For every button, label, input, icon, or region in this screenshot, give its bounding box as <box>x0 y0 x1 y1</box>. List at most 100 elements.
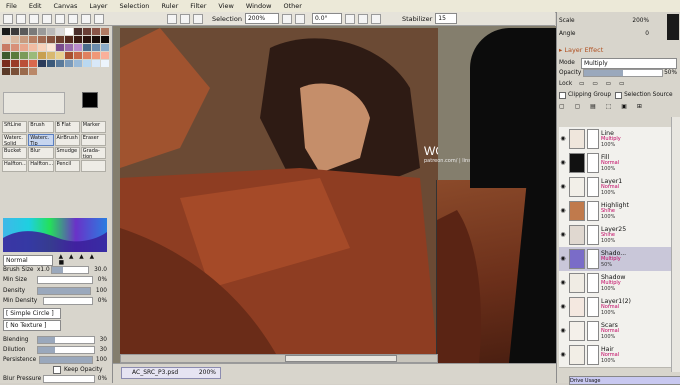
color-swatch[interactable] <box>29 52 37 59</box>
stabilizer-select[interactable]: 15 <box>435 13 458 24</box>
color-swatch[interactable] <box>101 44 109 51</box>
visibility-eye-icon[interactable]: ◉ <box>559 327 567 335</box>
tool-3[interactable]: Marker <box>80 121 106 133</box>
color-swatch[interactable] <box>29 44 37 51</box>
color-swatch[interactable] <box>56 44 64 51</box>
color-swatch[interactable] <box>56 52 64 59</box>
scroll-thumb[interactable] <box>285 355 397 362</box>
color-swatch[interactable] <box>101 60 109 67</box>
tool-8[interactable]: Bucket <box>2 147 28 159</box>
color-swatch[interactable] <box>47 36 55 43</box>
color-swatch[interactable] <box>38 60 46 67</box>
layer-scrollbar[interactable] <box>671 117 680 372</box>
color-swatch[interactable] <box>92 36 100 43</box>
color-swatch[interactable] <box>2 60 10 67</box>
move-tool-icon[interactable] <box>42 13 52 24</box>
color-swatch[interactable] <box>20 36 28 43</box>
color-swatch[interactable] <box>92 28 100 35</box>
layer-row[interactable]: ◉ Line Multiply 100% <box>559 127 679 152</box>
visibility-eye-icon[interactable]: ◉ <box>559 279 567 287</box>
tool-10[interactable]: Smudge <box>54 147 80 159</box>
color-swatch[interactable] <box>101 28 109 35</box>
visibility-eye-icon[interactable]: ◉ <box>559 303 567 311</box>
color-swatch[interactable] <box>20 52 28 59</box>
color-swatch[interactable] <box>56 60 64 67</box>
tool-4[interactable]: Waterc. Solid <box>2 134 28 146</box>
visibility-eye-icon[interactable]: ◉ <box>559 351 567 359</box>
layer-buttons[interactable]: ▢ ▢ ▤ ⬚ ▣ ⊞ <box>559 103 677 113</box>
color-swatch[interactable] <box>29 68 37 75</box>
flip-icon[interactable] <box>370 13 381 24</box>
density-slider[interactable] <box>37 287 91 295</box>
zoom-in-icon[interactable] <box>294 13 305 24</box>
brush-size-multiplier[interactable]: x1.0 <box>37 267 51 273</box>
show-selection-icon[interactable] <box>193 13 203 24</box>
layer-row[interactable]: ◉ Scars Normal 100% <box>559 319 679 344</box>
layer-mode-select[interactable]: Multiply <box>581 57 677 69</box>
visibility-eye-icon[interactable]: ◉ <box>559 135 567 143</box>
color-swatch[interactable] <box>11 68 19 75</box>
min-density-slider[interactable] <box>43 297 93 305</box>
color-swatch[interactable] <box>83 60 91 67</box>
menu-layer[interactable]: Layer <box>83 2 113 10</box>
color-swatch[interactable] <box>74 28 82 35</box>
color-swatches[interactable] <box>2 28 109 86</box>
keep-opacity-checkbox[interactable] <box>53 366 61 374</box>
clipping-checkbox[interactable] <box>559 91 566 99</box>
color-swatch[interactable] <box>2 44 10 51</box>
color-swatch[interactable] <box>83 28 91 35</box>
color-swatch[interactable] <box>74 52 82 59</box>
select-tool-icon[interactable] <box>3 13 13 24</box>
tool-9[interactable]: Blur <box>28 147 54 159</box>
color-swatch[interactable] <box>11 60 19 67</box>
dilution-slider[interactable] <box>37 346 95 354</box>
color-swatch[interactable] <box>74 44 82 51</box>
selection-source-checkbox[interactable] <box>615 91 623 99</box>
color-swatch[interactable] <box>56 28 64 35</box>
color-swatch[interactable] <box>83 44 91 51</box>
color-swatch[interactable] <box>2 28 10 35</box>
deselect-icon[interactable] <box>167 13 177 24</box>
menu-window[interactable]: Window <box>240 2 278 10</box>
layer-row[interactable]: ◉ Layer1 Normal 100% <box>559 175 679 200</box>
menu-other[interactable]: Other <box>277 2 307 10</box>
color-swatch[interactable] <box>20 28 28 35</box>
tool-12[interactable]: Halfton... <box>2 160 28 172</box>
color-swatch[interactable] <box>65 44 73 51</box>
color-swatch[interactable] <box>65 60 73 67</box>
color-swatch[interactable] <box>65 28 73 35</box>
tool-14[interactable]: Pencil <box>54 160 80 172</box>
color-swatch[interactable] <box>83 52 91 59</box>
color-swatch[interactable] <box>20 60 28 67</box>
color-swatch[interactable] <box>92 60 100 67</box>
hand-tool-icon[interactable] <box>68 13 78 24</box>
tool-6[interactable]: AirBrush <box>54 134 80 146</box>
brush-size-slider[interactable] <box>51 266 89 274</box>
layer-row[interactable]: ◉ Highlight Shine 100% <box>559 199 679 224</box>
tool-5[interactable]: Waterc. Tip <box>28 134 54 146</box>
color-swatch[interactable] <box>47 60 55 67</box>
document-tab[interactable]: AC_SRC_P3.psd 200% <box>121 367 221 379</box>
color-swatch[interactable] <box>11 28 19 35</box>
lasso-tool-icon[interactable] <box>16 13 26 24</box>
brush-texture-select[interactable]: [ No Texture ] <box>3 319 61 331</box>
zoom-field[interactable]: 200% <box>244 13 279 24</box>
lock-icons[interactable]: ▭ ▭ ▭ ▭ <box>579 81 627 87</box>
color-swatch[interactable] <box>47 44 55 51</box>
visibility-eye-icon[interactable]: ◉ <box>559 207 567 215</box>
layer-row[interactable]: ◉ Shado... Multiply 50% <box>559 247 679 272</box>
menu-file[interactable]: File <box>0 2 23 10</box>
color-swatch[interactable] <box>11 44 19 51</box>
menu-view[interactable]: View <box>212 2 239 10</box>
primary-color[interactable] <box>82 92 98 108</box>
layer-row[interactable]: ◉ Shadow Multiply 100% <box>559 271 679 296</box>
color-swatch[interactable] <box>38 52 46 59</box>
persistence-slider[interactable] <box>39 356 93 364</box>
visibility-eye-icon[interactable]: ◉ <box>559 231 567 239</box>
color-swatch[interactable] <box>38 36 46 43</box>
menu-ruler[interactable]: Ruler <box>155 2 184 10</box>
horizontal-scrollbar[interactable] <box>120 354 438 363</box>
blend-mode-select[interactable]: Normal <box>3 254 53 266</box>
color-swatch[interactable] <box>38 44 46 51</box>
color-swatch[interactable] <box>20 44 28 51</box>
